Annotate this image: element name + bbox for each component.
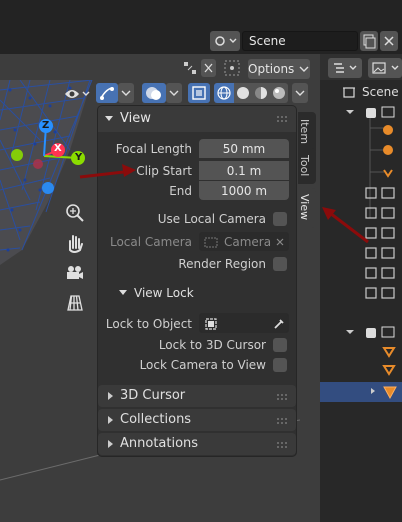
annotation-arrows xyxy=(79,164,369,244)
